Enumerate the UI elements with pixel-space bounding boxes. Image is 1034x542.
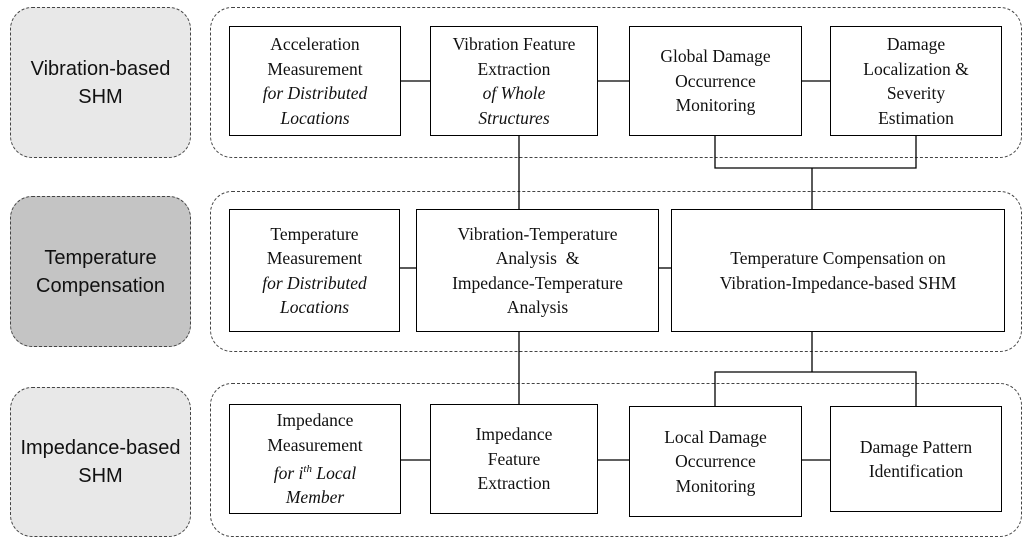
text: Acceleration: [270, 34, 360, 54]
text: Measurement: [266, 248, 363, 268]
text: Occurrence: [675, 451, 756, 472]
text: Local: [311, 462, 357, 483]
text: Impedance: [475, 424, 553, 445]
damage-localization-box: Damage Localization & Severity Estimatio…: [830, 26, 1002, 136]
text: Vibration Feature: [452, 34, 576, 54]
text: Analysis &: [495, 248, 580, 268]
text: Feature: [487, 448, 541, 469]
temperature-analysis-box: Vibration-Temperature Analysis & Impedan…: [416, 209, 659, 332]
text: for i: [273, 462, 304, 483]
local-damage-monitoring-box: Local Damage Occurrence Monitoring: [629, 406, 802, 517]
text: Estimation: [878, 107, 954, 128]
text: Temperature: [270, 223, 359, 244]
text: Damage: [886, 34, 946, 54]
text: Damage Pattern: [859, 436, 973, 457]
text: Localization &: [863, 58, 969, 79]
connector: [714, 371, 917, 406]
text: Vibration-Temperature: [457, 223, 618, 244]
text: Measurement: [267, 434, 363, 455]
text: for Distributed: [262, 83, 368, 103]
damage-pattern-identification-box: Damage Pattern Identification: [830, 406, 1002, 512]
text: Analysis: [506, 297, 569, 317]
text: Locations: [280, 107, 350, 128]
text: Measurement: [267, 58, 363, 79]
text: Vibration-Impedance-based SHM: [719, 272, 957, 293]
text: for ith Local: [274, 457, 356, 485]
text: Local Damage: [664, 426, 767, 447]
text: of Whole: [482, 83, 546, 103]
vibration-feature-extraction-box: Vibration Feature Extraction of Whole St…: [430, 26, 598, 136]
superscript: th: [303, 463, 312, 476]
text: Impedance-Temperature: [452, 272, 623, 293]
global-damage-monitoring-box: Global Damage Occurrence Monitoring: [629, 26, 802, 136]
text: Monitoring: [675, 95, 756, 116]
text: Structures: [478, 107, 550, 128]
impedance-feature-extraction-box: Impedance Feature Extraction: [430, 404, 598, 514]
text: Severity: [886, 83, 946, 103]
text: Identification: [868, 461, 964, 481]
impedance-measurement-box: Impedance Measurement for ith Local Memb…: [229, 404, 401, 514]
text: Global Damage: [660, 46, 771, 67]
text: for Distributed: [262, 272, 367, 293]
text: Extraction: [477, 58, 551, 79]
temperature-measurement-box: Temperature Measurement for Distributed …: [229, 209, 400, 332]
text: Impedance: [276, 410, 354, 431]
text: Occurrence: [675, 70, 756, 91]
text: Temperature Compensation on: [730, 248, 946, 268]
text: Member: [285, 487, 345, 508]
connector: [714, 136, 917, 169]
acceleration-measurement-box: Acceleration Measurement for Distributed…: [229, 26, 401, 136]
text: Locations: [279, 297, 350, 317]
text: Monitoring: [675, 475, 756, 496]
temperature-compensation-box: Temperature Compensation on Vibration-Im…: [671, 209, 1005, 332]
text: Extraction: [477, 473, 551, 494]
